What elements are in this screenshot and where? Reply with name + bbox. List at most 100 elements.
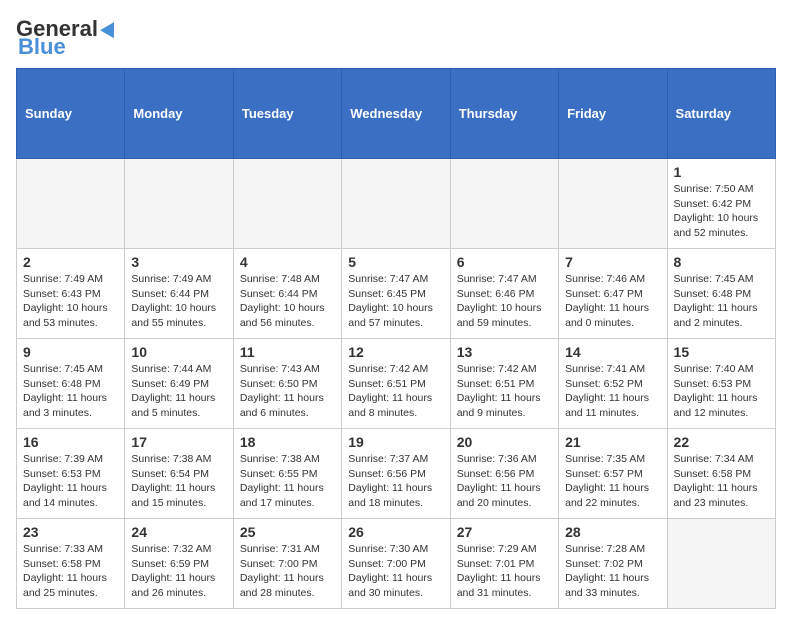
day-detail: Sunrise: 7:45 AM Sunset: 6:48 PM Dayligh… xyxy=(674,272,769,331)
calendar-cell xyxy=(233,159,341,249)
weekday-header-thursday: Thursday xyxy=(450,69,558,159)
day-detail: Sunrise: 7:50 AM Sunset: 6:42 PM Dayligh… xyxy=(674,182,769,241)
day-detail: Sunrise: 7:42 AM Sunset: 6:51 PM Dayligh… xyxy=(348,362,443,421)
calendar-cell: 1 Sunrise: 7:50 AM Sunset: 6:42 PM Daylig… xyxy=(667,159,775,249)
calendar-cell xyxy=(667,519,775,609)
day-detail: Sunrise: 7:33 AM Sunset: 6:58 PM Dayligh… xyxy=(23,542,118,601)
day-detail: Sunrise: 7:32 AM Sunset: 6:59 PM Dayligh… xyxy=(131,542,226,601)
day-number: 18 xyxy=(240,434,335,450)
day-detail: Sunrise: 7:29 AM Sunset: 7:01 PM Dayligh… xyxy=(457,542,552,601)
day-number: 3 xyxy=(131,254,226,270)
logo-blue: Blue xyxy=(18,34,66,60)
day-detail: Sunrise: 7:37 AM Sunset: 6:56 PM Dayligh… xyxy=(348,452,443,511)
calendar-cell: 13 Sunrise: 7:42 AM Sunset: 6:51 PM Dayli… xyxy=(450,339,558,429)
day-number: 10 xyxy=(131,344,226,360)
weekday-header-tuesday: Tuesday xyxy=(233,69,341,159)
calendar-cell: 17 Sunrise: 7:38 AM Sunset: 6:54 PM Dayli… xyxy=(125,429,233,519)
calendar-cell: 12 Sunrise: 7:42 AM Sunset: 6:51 PM Dayli… xyxy=(342,339,450,429)
calendar-cell: 5 Sunrise: 7:47 AM Sunset: 6:45 PM Daylig… xyxy=(342,249,450,339)
day-detail: Sunrise: 7:49 AM Sunset: 6:44 PM Dayligh… xyxy=(131,272,226,331)
day-detail: Sunrise: 7:28 AM Sunset: 7:02 PM Dayligh… xyxy=(565,542,660,601)
day-detail: Sunrise: 7:31 AM Sunset: 7:00 PM Dayligh… xyxy=(240,542,335,601)
day-detail: Sunrise: 7:49 AM Sunset: 6:43 PM Dayligh… xyxy=(23,272,118,331)
day-detail: Sunrise: 7:42 AM Sunset: 6:51 PM Dayligh… xyxy=(457,362,552,421)
day-number: 27 xyxy=(457,524,552,540)
calendar-cell: 25 Sunrise: 7:31 AM Sunset: 7:00 PM Dayli… xyxy=(233,519,341,609)
calendar-cell: 9 Sunrise: 7:45 AM Sunset: 6:48 PM Daylig… xyxy=(17,339,125,429)
calendar-cell: 6 Sunrise: 7:47 AM Sunset: 6:46 PM Daylig… xyxy=(450,249,558,339)
day-number: 25 xyxy=(240,524,335,540)
day-number: 8 xyxy=(674,254,769,270)
day-detail: Sunrise: 7:47 AM Sunset: 6:45 PM Dayligh… xyxy=(348,272,443,331)
day-detail: Sunrise: 7:41 AM Sunset: 6:52 PM Dayligh… xyxy=(565,362,660,421)
calendar-cell: 14 Sunrise: 7:41 AM Sunset: 6:52 PM Dayli… xyxy=(559,339,667,429)
calendar-cell: 20 Sunrise: 7:36 AM Sunset: 6:56 PM Dayli… xyxy=(450,429,558,519)
day-detail: Sunrise: 7:30 AM Sunset: 7:00 PM Dayligh… xyxy=(348,542,443,601)
day-number: 26 xyxy=(348,524,443,540)
logo-arrow-icon xyxy=(100,19,120,39)
day-detail: Sunrise: 7:45 AM Sunset: 6:48 PM Dayligh… xyxy=(23,362,118,421)
calendar-cell: 22 Sunrise: 7:34 AM Sunset: 6:58 PM Dayli… xyxy=(667,429,775,519)
calendar-cell: 28 Sunrise: 7:28 AM Sunset: 7:02 PM Dayli… xyxy=(559,519,667,609)
day-number: 24 xyxy=(131,524,226,540)
weekday-header-monday: Monday xyxy=(125,69,233,159)
calendar-cell: 15 Sunrise: 7:40 AM Sunset: 6:53 PM Dayli… xyxy=(667,339,775,429)
calendar-cell: 16 Sunrise: 7:39 AM Sunset: 6:53 PM Dayli… xyxy=(17,429,125,519)
day-number: 7 xyxy=(565,254,660,270)
day-detail: Sunrise: 7:48 AM Sunset: 6:44 PM Dayligh… xyxy=(240,272,335,331)
weekday-header-friday: Friday xyxy=(559,69,667,159)
day-number: 13 xyxy=(457,344,552,360)
calendar-cell: 18 Sunrise: 7:38 AM Sunset: 6:55 PM Dayli… xyxy=(233,429,341,519)
calendar-cell: 27 Sunrise: 7:29 AM Sunset: 7:01 PM Dayli… xyxy=(450,519,558,609)
day-number: 14 xyxy=(565,344,660,360)
calendar-cell xyxy=(17,159,125,249)
day-number: 21 xyxy=(565,434,660,450)
calendar-cell: 21 Sunrise: 7:35 AM Sunset: 6:57 PM Dayli… xyxy=(559,429,667,519)
calendar-cell: 2 Sunrise: 7:49 AM Sunset: 6:43 PM Daylig… xyxy=(17,249,125,339)
calendar-cell: 26 Sunrise: 7:30 AM Sunset: 7:00 PM Dayli… xyxy=(342,519,450,609)
day-number: 16 xyxy=(23,434,118,450)
day-detail: Sunrise: 7:40 AM Sunset: 6:53 PM Dayligh… xyxy=(674,362,769,421)
day-number: 15 xyxy=(674,344,769,360)
day-number: 28 xyxy=(565,524,660,540)
day-detail: Sunrise: 7:46 AM Sunset: 6:47 PM Dayligh… xyxy=(565,272,660,331)
day-number: 11 xyxy=(240,344,335,360)
weekday-header-sunday: Sunday xyxy=(17,69,125,159)
calendar-cell: 8 Sunrise: 7:45 AM Sunset: 6:48 PM Daylig… xyxy=(667,249,775,339)
calendar-cell: 19 Sunrise: 7:37 AM Sunset: 6:56 PM Dayli… xyxy=(342,429,450,519)
day-detail: Sunrise: 7:38 AM Sunset: 6:55 PM Dayligh… xyxy=(240,452,335,511)
day-detail: Sunrise: 7:35 AM Sunset: 6:57 PM Dayligh… xyxy=(565,452,660,511)
day-detail: Sunrise: 7:47 AM Sunset: 6:46 PM Dayligh… xyxy=(457,272,552,331)
calendar-cell xyxy=(450,159,558,249)
day-number: 23 xyxy=(23,524,118,540)
day-detail: Sunrise: 7:36 AM Sunset: 6:56 PM Dayligh… xyxy=(457,452,552,511)
day-detail: Sunrise: 7:34 AM Sunset: 6:58 PM Dayligh… xyxy=(674,452,769,511)
calendar-cell: 3 Sunrise: 7:49 AM Sunset: 6:44 PM Daylig… xyxy=(125,249,233,339)
day-number: 9 xyxy=(23,344,118,360)
weekday-header-wednesday: Wednesday xyxy=(342,69,450,159)
calendar-cell xyxy=(559,159,667,249)
day-number: 5 xyxy=(348,254,443,270)
day-number: 17 xyxy=(131,434,226,450)
day-number: 19 xyxy=(348,434,443,450)
day-number: 12 xyxy=(348,344,443,360)
day-number: 6 xyxy=(457,254,552,270)
day-number: 2 xyxy=(23,254,118,270)
day-number: 4 xyxy=(240,254,335,270)
calendar-cell xyxy=(342,159,450,249)
day-detail: Sunrise: 7:44 AM Sunset: 6:49 PM Dayligh… xyxy=(131,362,226,421)
logo: General Blue xyxy=(16,16,120,60)
calendar-cell: 23 Sunrise: 7:33 AM Sunset: 6:58 PM Dayli… xyxy=(17,519,125,609)
calendar-cell: 7 Sunrise: 7:46 AM Sunset: 6:47 PM Daylig… xyxy=(559,249,667,339)
day-detail: Sunrise: 7:38 AM Sunset: 6:54 PM Dayligh… xyxy=(131,452,226,511)
calendar-table: SundayMondayTuesdayWednesdayThursdayFrid… xyxy=(16,68,776,609)
weekday-header-saturday: Saturday xyxy=(667,69,775,159)
calendar-cell: 10 Sunrise: 7:44 AM Sunset: 6:49 PM Dayli… xyxy=(125,339,233,429)
day-number: 22 xyxy=(674,434,769,450)
calendar-cell xyxy=(125,159,233,249)
day-number: 1 xyxy=(674,164,769,180)
calendar-cell: 11Sunrise: 7:43 AM Sunset: 6:50 PM Dayli… xyxy=(233,339,341,429)
day-number: 20 xyxy=(457,434,552,450)
calendar-cell: 24 Sunrise: 7:32 AM Sunset: 6:59 PM Dayli… xyxy=(125,519,233,609)
day-detail: Sunrise: 7:39 AM Sunset: 6:53 PM Dayligh… xyxy=(23,452,118,511)
